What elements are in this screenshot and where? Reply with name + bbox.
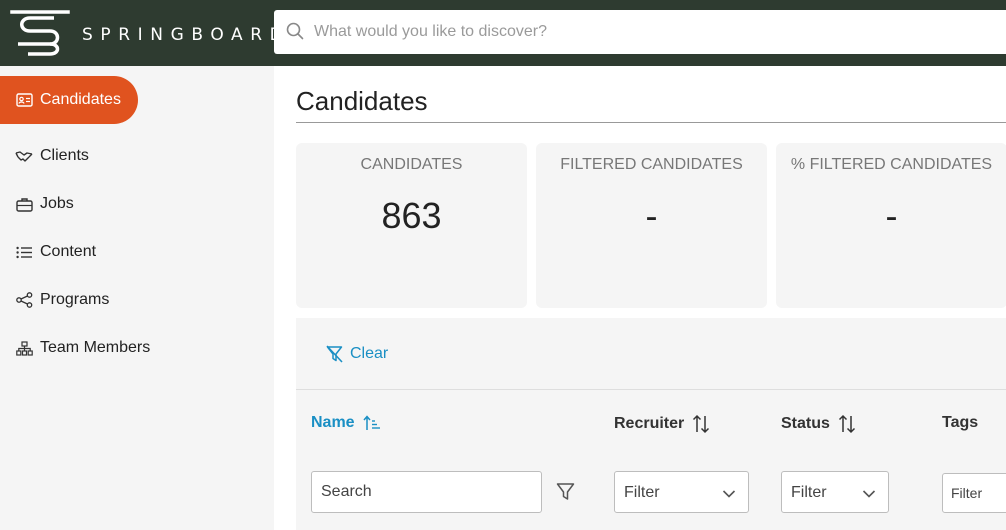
column-header-recruiter[interactable]: Recruiter [614,414,710,434]
stat-label: CANDIDATES [360,156,463,173]
sidebar-item-label: Team Members [40,339,151,356]
global-search-input[interactable] [314,10,994,54]
id-card-icon [15,91,33,109]
name-search-input[interactable] [312,472,541,512]
handshake-icon [15,147,33,165]
chevron-down-icon [722,486,736,504]
springboard-logo[interactable]: SPRINGBOARD [10,10,283,58]
sidebar-item-programs[interactable]: Programs [0,276,109,324]
search-icon [286,22,304,45]
column-header-tags[interactable]: Tags [942,414,978,432]
global-search [274,10,1006,54]
sidebar-item-candidates[interactable]: Candidates [0,76,138,124]
tags-filter-field [942,473,1006,513]
status-filter-dropdown[interactable]: Filter [781,471,889,513]
panel-divider [296,389,1006,390]
stat-value: 863 [381,195,442,236]
brand-name: SPRINGBOARD [82,25,291,45]
sidebar-item-label: Clients [40,147,89,164]
stat-card-filtered-candidates: FILTERED CANDIDATES - [536,143,767,308]
sort-ascending-icon [363,415,381,431]
filter-funnel-icon[interactable] [556,482,575,506]
dropdown-value: Filter [791,484,827,501]
sort-icon [838,414,856,434]
recruiter-filter-dropdown[interactable]: Filter [614,471,749,513]
page-title: Candidates [296,86,428,116]
stat-value: - [645,195,658,236]
column-header-status[interactable]: Status [781,414,856,434]
sidebar-item-label: Programs [40,291,110,308]
sort-icon [692,414,710,434]
clear-filters-button[interactable]: Clear [326,342,388,366]
stat-value: - [885,195,898,236]
stat-card-candidates: CANDIDATES 863 [296,143,527,308]
tags-filter-input[interactable] [943,474,1006,512]
sidebar-item-label: Candidates [40,91,121,108]
sidebar-item-clients[interactable]: Clients [0,132,89,180]
sidebar-item-label: Jobs [40,195,74,212]
org-chart-icon [15,339,33,357]
list-icon [15,243,33,261]
chevron-down-icon [862,486,876,504]
clear-filters-label: Clear [350,345,389,362]
column-header-name[interactable]: Name [311,414,381,432]
sidebar-item-jobs[interactable]: Jobs [0,180,74,228]
sidebar-item-content[interactable]: Content [0,228,96,276]
column-header-label: Status [781,415,830,432]
stat-label: % FILTERED CANDIDATES [790,156,993,173]
sidebar-item-label: Content [40,243,97,260]
top-bar: SPRINGBOARD [0,0,1006,66]
column-header-label: Recruiter [614,415,685,432]
springboard-logo-mark-icon [10,10,70,56]
briefcase-icon [15,195,33,213]
stat-label: FILTERED CANDIDATES [560,156,743,173]
sidebar-item-team-members[interactable]: Team Members [0,324,150,372]
title-divider [296,122,1006,123]
stat-card-percent-filtered-candidates: % FILTERED CANDIDATES - [776,143,1006,308]
column-header-label: Name [311,414,355,431]
name-search-field [311,471,542,513]
column-header-label: Tags [942,414,979,431]
dropdown-value: Filter [624,484,660,501]
share-nodes-icon [15,291,33,309]
filter-clear-icon [326,345,343,363]
